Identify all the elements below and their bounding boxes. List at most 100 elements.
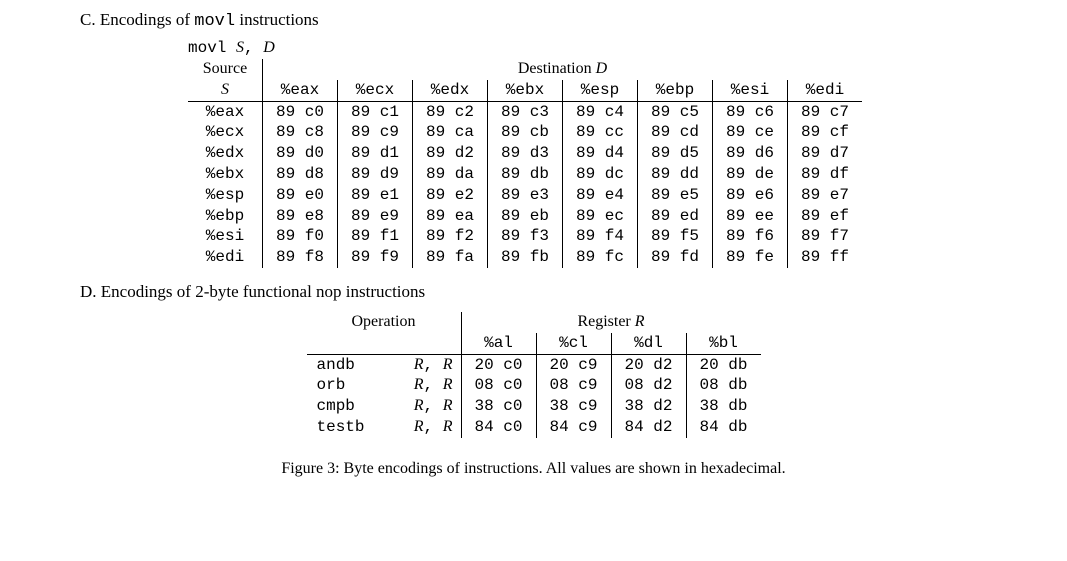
section-c-heading-mono: movl	[194, 12, 235, 31]
dest-reg-header: %esp	[563, 80, 638, 101]
operation-name-cell: andb	[307, 354, 385, 375]
dest-reg-header: %ecx	[338, 80, 413, 101]
encoding-cell: 89 f9	[338, 247, 413, 268]
table-row: %ecx89 c889 c989 ca89 cb89 cc89 cd89 ce8…	[188, 122, 862, 143]
encoding-cell: 89 f7	[788, 226, 863, 247]
table-row: andbR, R20 c020 c920 d220 db	[307, 354, 761, 375]
encoding-cell: 89 c0	[263, 101, 338, 122]
encoding-cell: 89 f3	[488, 226, 563, 247]
encoding-cell: 89 fa	[413, 247, 488, 268]
encoding-cell: 89 e5	[638, 185, 713, 206]
encoding-cell: 89 c9	[338, 122, 413, 143]
encoding-cell: 89 c2	[413, 101, 488, 122]
source-reg-cell: %esi	[188, 226, 263, 247]
destination-label-d: D	[596, 60, 608, 77]
encoding-cell: 89 d8	[263, 164, 338, 185]
operation-args-cell: R, R	[385, 417, 462, 438]
source-reg-cell: %edx	[188, 143, 263, 164]
movl-comma: ,	[244, 39, 263, 57]
encoding-cell: 84 c0	[461, 417, 536, 438]
encoding-cell: 89 f2	[413, 226, 488, 247]
encoding-cell: 38 db	[686, 396, 761, 417]
dest-reg-header: %ebp	[638, 80, 713, 101]
encoding-cell: 20 c9	[536, 354, 611, 375]
encoding-cell: 84 d2	[611, 417, 686, 438]
source-reg-cell: %ebp	[188, 206, 263, 227]
encoding-cell: 89 d3	[488, 143, 563, 164]
encoding-cell: 89 d7	[788, 143, 863, 164]
nop-encoding-table: Operation Register R %al %cl %dl %bl and…	[307, 312, 761, 438]
table-row: %edi89 f889 f989 fa89 fb89 fc89 fd89 fe8…	[188, 247, 862, 268]
destination-header: Destination D	[263, 59, 863, 80]
dest-reg-header: %eax	[263, 80, 338, 101]
encoding-cell: 89 dd	[638, 164, 713, 185]
operation-name-cell: testb	[307, 417, 385, 438]
table-row: testbR, R84 c084 c984 d284 db	[307, 417, 761, 438]
encoding-cell: 89 e7	[788, 185, 863, 206]
encoding-cell: 89 f4	[563, 226, 638, 247]
dest-reg-header: %ebx	[488, 80, 563, 101]
encoding-cell: 20 c0	[461, 354, 536, 375]
encoding-cell: 89 d2	[413, 143, 488, 164]
encoding-cell: 89 c3	[488, 101, 563, 122]
dest-reg-header: %edx	[413, 80, 488, 101]
encoding-cell: 89 e4	[563, 185, 638, 206]
movl-encoding-table: Source Destination D S %eax %ecx %edx %e…	[188, 59, 862, 268]
encoding-cell: 89 df	[788, 164, 863, 185]
encoding-cell: 89 c6	[713, 101, 788, 122]
encoding-cell: 89 d5	[638, 143, 713, 164]
encoding-cell: 89 ff	[788, 247, 863, 268]
encoding-cell: 20 d2	[611, 354, 686, 375]
encoding-cell: 89 d4	[563, 143, 638, 164]
encoding-cell: 89 e0	[263, 185, 338, 206]
operation-args-cell: R, R	[385, 396, 462, 417]
source-reg-cell: %eax	[188, 101, 263, 122]
encoding-cell: 89 e2	[413, 185, 488, 206]
source-s-label: S	[188, 80, 263, 101]
source-header-label: Source	[188, 59, 263, 80]
encoding-cell: 89 fc	[563, 247, 638, 268]
destination-label-prefix: Destination	[518, 60, 596, 77]
encoding-cell: 89 e9	[338, 206, 413, 227]
encoding-cell: 08 d2	[611, 375, 686, 396]
encoding-cell: 89 c1	[338, 101, 413, 122]
source-reg-cell: %ebx	[188, 164, 263, 185]
reg-col-header: %bl	[686, 333, 761, 354]
encoding-cell: 89 cb	[488, 122, 563, 143]
section-c-heading: C. Encodings of movl instructions	[20, 10, 1047, 31]
encoding-cell: 89 e8	[263, 206, 338, 227]
section-d-heading: D. Encodings of 2-byte functional nop in…	[20, 282, 1047, 302]
encoding-cell: 89 f0	[263, 226, 338, 247]
encoding-cell: 89 fd	[638, 247, 713, 268]
encoding-cell: 89 c5	[638, 101, 713, 122]
encoding-cell: 89 cf	[788, 122, 863, 143]
table-row: cmpbR, R38 c038 c938 d238 db	[307, 396, 761, 417]
encoding-cell: 89 f1	[338, 226, 413, 247]
movl-arg-s: S	[236, 39, 244, 56]
movl-syntax-line: movl S, D	[20, 39, 1047, 57]
encoding-cell: 89 c4	[563, 101, 638, 122]
dest-reg-header: %edi	[788, 80, 863, 101]
operation-name-cell: orb	[307, 375, 385, 396]
encoding-cell: 89 ce	[713, 122, 788, 143]
encoding-cell: 89 fb	[488, 247, 563, 268]
encoding-cell: 89 f5	[638, 226, 713, 247]
encoding-cell: 89 d1	[338, 143, 413, 164]
encoding-cell: 89 ee	[713, 206, 788, 227]
reg-col-header: %dl	[611, 333, 686, 354]
operation-blank	[307, 333, 462, 354]
table-row: %ebp89 e889 e989 ea89 eb89 ec89 ed89 ee8…	[188, 206, 862, 227]
table-row: %eax89 c089 c189 c289 c389 c489 c589 c68…	[188, 101, 862, 122]
source-reg-cell: %edi	[188, 247, 263, 268]
encoding-cell: 89 ec	[563, 206, 638, 227]
source-reg-cell: %ecx	[188, 122, 263, 143]
reg-col-header: %al	[461, 333, 536, 354]
table-row: %esp89 e089 e189 e289 e389 e489 e589 e68…	[188, 185, 862, 206]
section-c-heading-suffix: instructions	[235, 10, 319, 29]
table-row: orbR, R08 c008 c908 d208 db	[307, 375, 761, 396]
encoding-cell: 89 d0	[263, 143, 338, 164]
reg-col-header: %cl	[536, 333, 611, 354]
encoding-cell: 20 db	[686, 354, 761, 375]
encoding-cell: 89 cc	[563, 122, 638, 143]
encoding-cell: 89 e6	[713, 185, 788, 206]
